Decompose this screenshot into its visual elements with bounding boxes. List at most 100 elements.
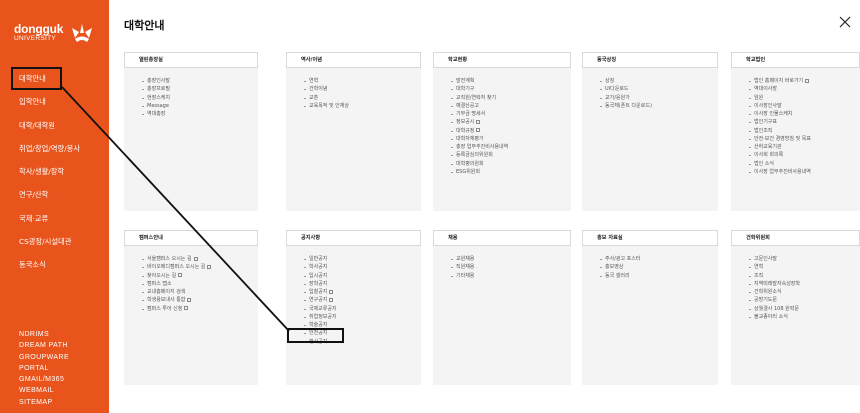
- menu-link[interactable]: 동국체(폰트 다운로드): [600, 102, 652, 110]
- menu-link[interactable]: 임원: [749, 94, 811, 102]
- menu-link[interactable]: 법인 홈페이지 바로가기: [749, 77, 811, 85]
- menu-link[interactable]: 대학규정: [451, 127, 508, 135]
- menu-link[interactable]: 교육목적 및 인재상: [304, 102, 349, 110]
- nav-item-career[interactable]: 취업/창업/역량/봉사: [0, 137, 109, 160]
- panel-title: 채용: [433, 230, 571, 246]
- panel-title: 공지사항: [286, 230, 421, 246]
- menu-link[interactable]: 이사장인사말: [749, 102, 811, 110]
- panel-campus-guide: 캠퍼스안내 서울캠퍼스 오시는 길 바이오메디캠퍼스 오시는 길 찾아오시는 길…: [124, 230, 258, 385]
- menu-link[interactable]: UI다운로드: [600, 85, 652, 93]
- menu-link[interactable]: 장학공지: [304, 280, 337, 288]
- panel-title: 캠퍼스안내: [124, 230, 258, 246]
- menu-link[interactable]: 교직원/연락처 찾기: [451, 94, 508, 102]
- menu-link[interactable]: 교원채용: [451, 255, 474, 263]
- nav-item-research[interactable]: 연구/산학: [0, 183, 109, 206]
- nav-item-colleges[interactable]: 대학/대학원: [0, 114, 109, 137]
- panel-link-list: 고문인사말 연혁 조직 지역미래발자속성장학 건학위원소식 공방기도문 상월결사…: [749, 255, 800, 321]
- menu-link[interactable]: 교내홈페이지 검색: [142, 288, 211, 296]
- menu-link[interactable]: 캠퍼스 투어 신청: [142, 305, 211, 313]
- nav-item-academic[interactable]: 학사/생활/장학: [0, 160, 109, 183]
- menu-link[interactable]: 예결산공고: [451, 102, 508, 110]
- menu-link[interactable]: 대학자체평가: [451, 135, 508, 143]
- util-link-webmail[interactable]: WEBMAIL: [19, 385, 69, 396]
- menu-link[interactable]: 정보공시: [451, 118, 508, 126]
- menu-link[interactable]: 교훈: [304, 94, 349, 102]
- menu-link[interactable]: Message: [142, 102, 170, 110]
- menu-link[interactable]: 연구공지: [304, 296, 337, 304]
- menu-link[interactable]: 연혁: [749, 263, 800, 271]
- panel-title: 건학위원회: [731, 230, 860, 246]
- util-link-dream-path[interactable]: DREAM PATH: [19, 340, 69, 351]
- util-link-sitemap[interactable]: SITEMAP: [19, 397, 69, 408]
- close-icon[interactable]: [838, 15, 852, 29]
- util-link-gmail[interactable]: GMAIL/M365: [19, 374, 69, 385]
- menu-link[interactable]: 이사장 인물스케치: [749, 110, 811, 118]
- nav-item-university[interactable]: 대학안내: [0, 67, 109, 90]
- menu-link[interactable]: 서울캠퍼스 오시는 길: [142, 255, 211, 263]
- menu-link[interactable]: 역대이사장: [749, 85, 811, 93]
- menu-link[interactable]: 학사공지: [304, 263, 337, 271]
- menu-link[interactable]: 법인 소식: [749, 160, 811, 168]
- menu-link[interactable]: 산하교육기관: [749, 143, 811, 151]
- menu-link[interactable]: 바이오메디캠퍼스 오시는 길: [142, 263, 212, 271]
- menu-link[interactable]: 대학기구: [451, 85, 508, 93]
- menu-link[interactable]: 이사장 업무추진비사용내역: [749, 168, 811, 176]
- menu-link-employment[interactable]: 취업정보공지: [304, 313, 337, 321]
- menu-link[interactable]: 연혁: [304, 77, 349, 85]
- menu-link[interactable]: 법인조직: [749, 127, 811, 135]
- menu-link[interactable]: 국제교류공지: [304, 305, 337, 313]
- menu-link[interactable]: 기타채용: [451, 272, 474, 280]
- menu-link[interactable]: 기부금 명세서: [451, 110, 508, 118]
- menu-link[interactable]: 총장 업무추진비사용내역: [451, 143, 508, 151]
- menu-link[interactable]: 교가/응원가: [600, 94, 652, 102]
- menu-link[interactable]: 일반공지: [304, 255, 337, 263]
- menu-link[interactable]: 입시공지: [304, 272, 337, 280]
- menu-link[interactable]: 건학위원소식: [749, 288, 800, 296]
- menu-link[interactable]: ESG위원회: [451, 168, 508, 176]
- menu-link[interactable]: 현장스케치: [142, 94, 170, 102]
- menu-link[interactable]: 총장인사말: [142, 77, 170, 85]
- panel-link-list: 법인 홈페이지 바로가기 역대이사장 임원 이사장인사말 이사장 인물스케치 법…: [749, 77, 811, 176]
- menu-link[interactable]: 상월결사 108 원력문: [749, 305, 800, 313]
- target-highlight-box: [287, 328, 344, 343]
- util-link-groupware[interactable]: GROUPWARE: [19, 352, 69, 363]
- menu-link[interactable]: 고문인사말: [749, 255, 800, 263]
- menu-link[interactable]: 대학평의원회: [451, 160, 508, 168]
- menu-link[interactable]: 발전계획: [451, 77, 508, 85]
- menu-link[interactable]: 건학이념: [304, 85, 349, 93]
- university-logo[interactable]: dongguk UNIVERSITY: [14, 22, 94, 52]
- menu-link[interactable]: 지역미래발자속성장학: [749, 280, 800, 288]
- menu-link[interactable]: 상징: [600, 77, 652, 85]
- menu-link[interactable]: 이사회 회의록: [749, 151, 811, 159]
- util-link-ndrims[interactable]: NDRIMS: [19, 329, 69, 340]
- nav-item-admission[interactable]: 입학안내: [0, 90, 109, 113]
- menu-link[interactable]: 입찰공지: [304, 288, 337, 296]
- menu-link[interactable]: 공방기도문: [749, 296, 800, 304]
- menu-link[interactable]: 직원채용: [451, 263, 474, 271]
- external-link-icon: [193, 256, 198, 261]
- util-link-portal[interactable]: PORTAL: [19, 363, 69, 374]
- panel-president-office: 열린총장실 총장인사말 총장프로필 현장스케치 Message 역대총장: [124, 52, 258, 211]
- panel-title: 학교현황: [433, 52, 571, 68]
- menu-link[interactable]: 학생용보내사 통합: [142, 296, 211, 304]
- menu-link[interactable]: 홍보영상: [600, 263, 640, 271]
- menu-link[interactable]: 찾아오시는 길: [142, 272, 211, 280]
- menu-link[interactable]: 법인기구표: [749, 118, 811, 126]
- menu-link[interactable]: 캠퍼스 맵소: [142, 280, 211, 288]
- menu-link-label: 입찰공지: [309, 289, 328, 295]
- menu-link[interactable]: 역대총장: [142, 110, 170, 118]
- menu-link[interactable]: 동국 갤러리: [600, 272, 640, 280]
- panel-history: 역사/이념 연혁 건학이념 교훈 교육목적 및 인재상: [286, 52, 421, 211]
- nav-item-news[interactable]: 동국소식: [0, 253, 109, 276]
- menu-link[interactable]: 등록금심의위원회: [451, 151, 508, 159]
- sidebar: dongguk UNIVERSITY 대학안내 입학안내 대학/대학원 취업/창…: [0, 0, 109, 413]
- panel-title: 학교법인: [731, 52, 860, 68]
- menu-link[interactable]: 불교종아리 소식: [749, 313, 800, 321]
- menu-link[interactable]: 안전·보건 경영방침 및 목표: [749, 135, 811, 143]
- menu-link[interactable]: 총장프로필: [142, 85, 170, 93]
- menu-link[interactable]: 조직: [749, 272, 800, 280]
- logo-wordmark: dongguk: [14, 22, 64, 36]
- nav-item-international[interactable]: 국제·교류: [0, 207, 109, 230]
- nav-item-cs-plaza[interactable]: CS광장/시설대관: [0, 230, 109, 253]
- menu-link[interactable]: 주사/광고 포스터: [600, 255, 640, 263]
